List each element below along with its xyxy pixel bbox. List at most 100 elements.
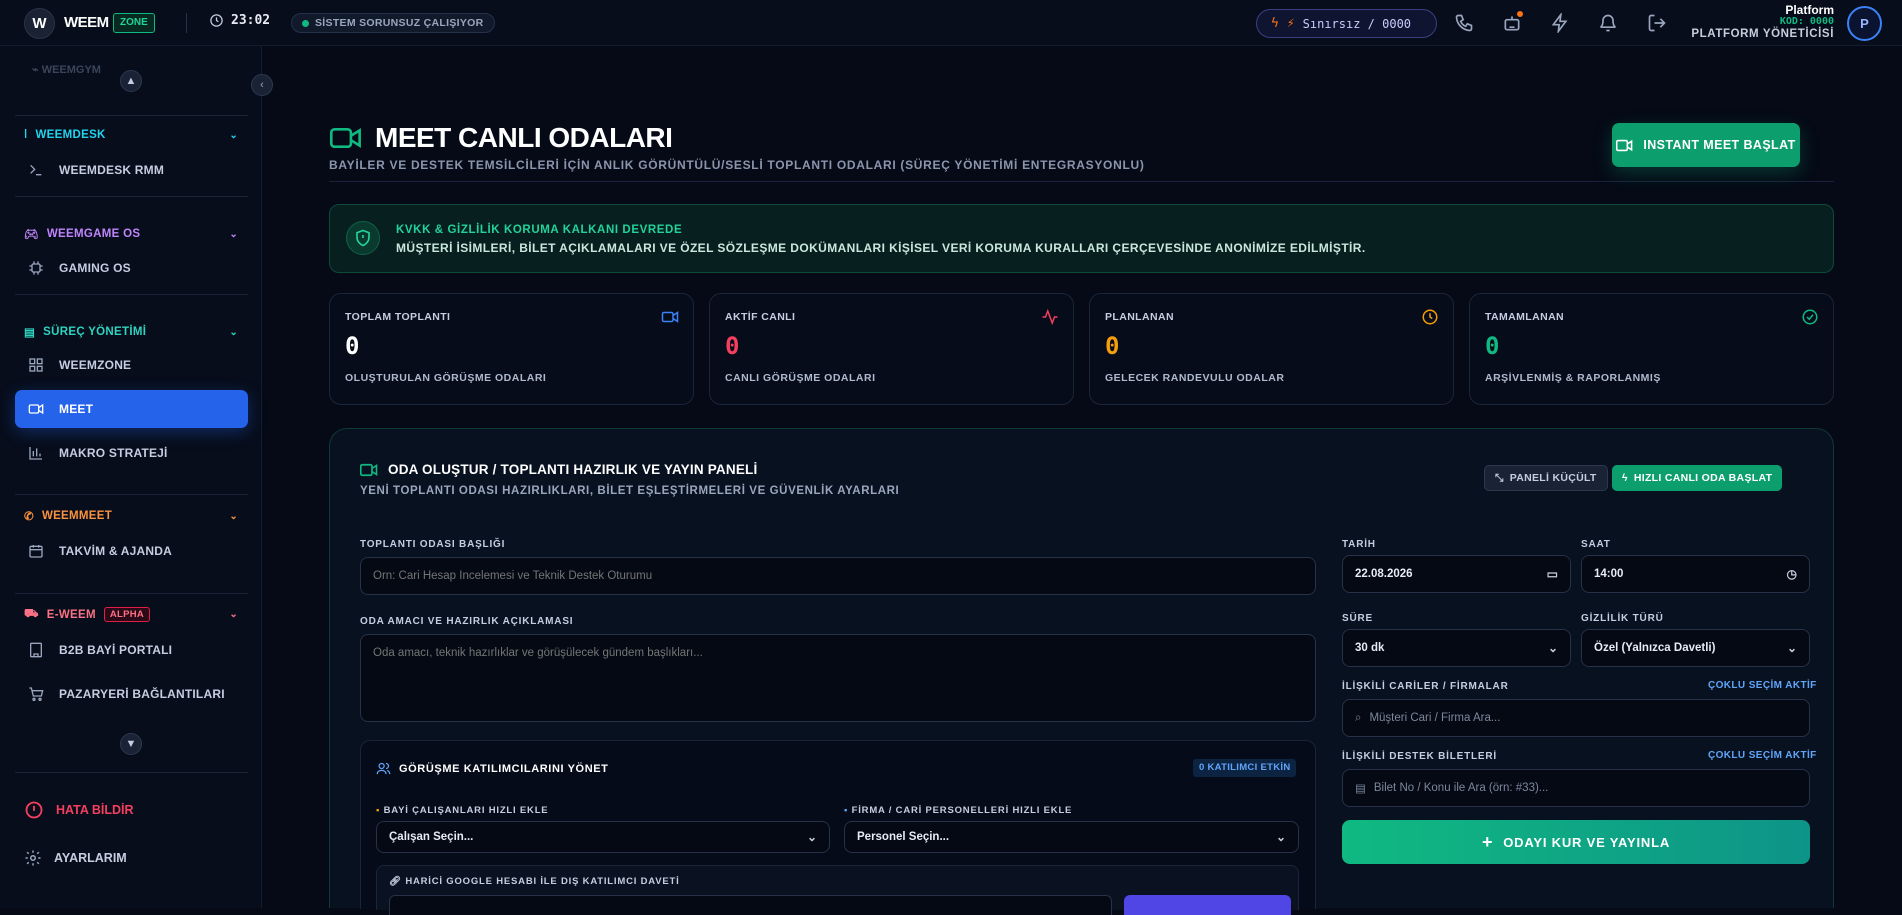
lightning-icon: ϟ [1622,472,1628,484]
scroll-down-button[interactable]: ▼ [120,733,142,755]
chevron-down-icon: ⌄ [806,830,817,844]
google-invite-button[interactable] [1124,895,1291,915]
page-title: MEET CANLI ODALARI [329,122,673,154]
truck-icon: ⛟ [24,608,39,620]
stat-label: PLANLANAN [1105,311,1174,323]
dashboard-icon [27,356,45,374]
cart-icon [27,685,45,703]
kvkk-description: MÜŞTERİ İSİMLERİ, BİLET AÇIKLAMALARI VE … [396,241,1366,255]
instant-meet-button[interactable]: INSTANT MEET BAŞLAT [1612,123,1800,167]
tickets-search[interactable]: ▤ Bilet No / Konu ile Ara (örn: #33)... [1342,769,1810,807]
shrink-panel-button[interactable]: ⤡ PANELİ KÜÇÜLT [1484,465,1608,491]
sidebar-group-weemdesk[interactable]: ǀ WEEMDESK ⌄ [24,129,238,141]
robot-icon[interactable] [1500,11,1524,35]
google-email-input[interactable] [389,895,1112,915]
bolt-icon: ϟ [1271,16,1279,31]
stat-sub: GELECEK RANDEVULU ODALAR [1105,372,1285,384]
stat-sub: CANLI GÖRÜŞME ODALARI [725,372,876,384]
dealer-employee-select[interactable]: Çalışan Seçin... ⌄ [376,821,830,853]
chevron-down-icon: ⌄ [229,228,238,240]
divider [15,294,248,295]
sidebar-item-weemzone[interactable]: WEEMZONE [15,346,248,384]
status-dot-icon [302,19,309,27]
sidebar-item-weemdesk-rmm[interactable]: WEEMDESK RMM [15,151,248,189]
purpose-textarea[interactable] [360,634,1316,722]
logout-icon[interactable] [1645,11,1669,35]
building-icon [27,641,45,659]
duration-select[interactable]: 30 dk ⌄ [1342,629,1571,667]
stat-value: 0 [1485,332,1500,360]
chevron-down-icon: ⌄ [229,609,238,620]
sidebar-item-takvim[interactable]: TAKVİM & AJANDA [15,532,248,570]
divider [15,494,248,495]
gear-icon [25,850,41,866]
stat-sub: ARŞİVLENMİŞ & RAPORLANMIŞ [1485,372,1661,384]
divider [15,196,248,197]
logo-mark[interactable]: W [24,8,55,39]
link-icon: 🔗︎ [389,876,402,887]
stat-card-total: TOPLAM TOPLANTI 0 OLUŞTURULAN GÖRÜŞME OD… [329,293,694,405]
cpu-icon [27,259,45,277]
sidebar: ⌁ WEEMGYM ▲ ǀ WEEMDESK ⌄ WEEMDESK RMM 🎮︎ WE… [0,46,262,908]
search-icon: ⌕ [1355,711,1362,724]
related-firms-search[interactable]: ⌕ Müşteri Cari / Firma Ara... [1342,699,1810,737]
minimize-icon: ⤡ [1495,471,1504,484]
sidebar-group-surec[interactable]: ▤ SÜREÇ YÖNETİMİ ⌄ [24,325,238,339]
calendar-icon [27,542,45,560]
credit-text: Sınırsız / 0000 [1302,16,1412,31]
logo-zone-badge: ZONE [113,13,155,33]
video-icon [1616,139,1633,151]
sidebar-item-pazaryeri[interactable]: PAZARYERİ BAĞLANTILARI [15,675,248,713]
alpha-badge: ALPHA [103,607,151,622]
video-icon [27,400,45,418]
user-info[interactable]: Platform KOD: 0000 PLATFORM YÖNETİCİSİ [1691,4,1834,40]
main-content: MEET CANLI ODALARI BAYİLER VE DESTEK TEM… [263,46,1902,915]
sidebar-item-b2b[interactable]: B2B BAYİ PORTALI [15,631,248,669]
sidebar-item-meet[interactable]: MEET [15,390,248,428]
firm-personnel-select[interactable]: Personel Seçin... ⌄ [844,821,1299,853]
participants-panel: GÖRÜŞME KATILIMCILARINI YÖNET 0 KATILIMC… [360,740,1316,915]
quick-live-room-button[interactable]: ϟ HIZLI CANLI ODA BAŞLAT [1612,465,1783,491]
clock-icon: ◷ [1786,567,1797,581]
sidebar-group-weemgame[interactable]: 🎮︎ WEEMGAME OS ⌄ [24,227,238,241]
calendar-icon: ▭ [1546,567,1558,581]
phone-icon[interactable] [1452,11,1476,35]
publish-room-button[interactable]: + ODAYI KUR VE YAYINLA [1342,820,1810,864]
room-title-label: TOPLANTI ODASI BAŞLIĞI [360,539,506,550]
system-status: SİSTEM SORUNSUZ ÇALIŞIYOR [291,13,495,33]
check-circle-icon [1802,309,1818,325]
sidebar-item-makro[interactable]: MAKRO STRATEJİ [15,434,248,472]
user-role: PLATFORM YÖNETİCİSİ [1691,28,1834,40]
kvkk-banner: KVKK & GİZLİLİK KORUMA KALKANI DEVREDE M… [329,204,1834,273]
time-input[interactable]: 14:00 ◷ [1581,555,1810,593]
logo-text: WEEM [64,14,109,31]
sidebar-group-eweem[interactable]: ⛟ E-WEEM ALPHA ⌄ [24,607,238,622]
kvkk-title: KVKK & GİZLİLİK KORUMA KALKANI DEVREDE [396,224,683,236]
stat-card-planned: PLANLANAN 0 GELECEK RANDEVULU ODALAR [1089,293,1454,405]
room-title-input[interactable] [360,557,1316,595]
divider [186,13,187,33]
settings-button[interactable]: AYARLARIM [24,849,127,867]
briefcase-icon: ▪ [376,805,381,816]
date-input[interactable]: 22.08.2026 ▭ [1342,555,1571,593]
scroll-up-button[interactable]: ▲ [120,70,142,92]
credit-pill[interactable]: ϟ ⚡︎ Sınırsız / 0000 [1256,9,1437,38]
sidebar-group-weemmeet[interactable]: ✆ WEEMMEET ⌄ [24,509,238,523]
report-bug-button[interactable]: HATA BİLDİR [24,800,134,820]
dealer-employees-label: ▪ BAYİ ÇALIŞANLARI HIZLI EKLE [376,805,549,816]
sidebar-item-faded: ⌁ WEEMGYM [32,64,101,76]
plus-icon: + [1481,831,1494,852]
sidebar-collapse-button[interactable]: ‹ [251,74,273,96]
bell-icon[interactable] [1596,11,1620,35]
sidebar-item-gaming-os[interactable]: GAMING OS [15,249,248,287]
lightning-icon[interactable] [1548,11,1572,35]
stat-value: 0 [1105,332,1120,360]
flash-icon: ⚡︎ [1286,16,1295,31]
avatar[interactable]: P [1847,6,1882,41]
date-label: TARİH [1342,539,1376,550]
user-name: Platform [1785,3,1834,17]
chevron-down-icon: ⌄ [1547,641,1558,655]
privacy-label: GİZLİLİK TÜRÜ [1581,613,1664,624]
stat-label: TOPLAM TOPLANTI [345,311,451,323]
privacy-select[interactable]: Özel (Yalnızca Davetli) ⌄ [1581,629,1810,667]
